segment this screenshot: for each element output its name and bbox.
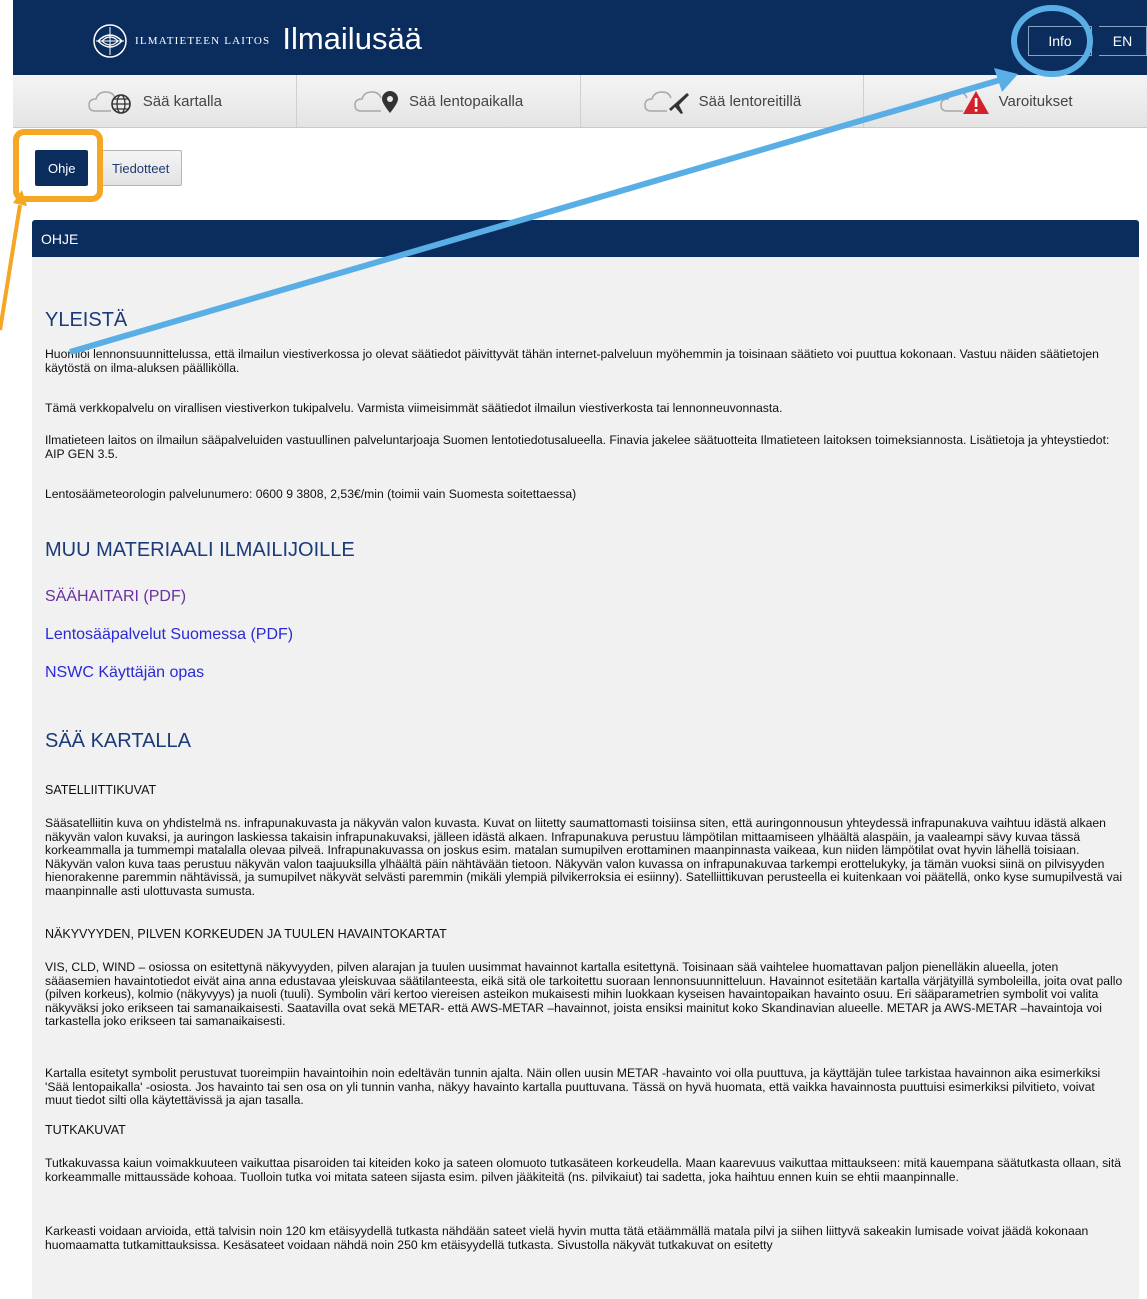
link-saahaitari[interactable]: SÄÄHAITARI (PDF): [45, 588, 186, 606]
paragraph: VIS, CLD, WIND – osiossa on esitettynä n…: [45, 960, 1123, 1029]
nav-item-saa-lentopaikalla[interactable]: Sää lentopaikalla: [297, 75, 581, 127]
main-nav: Sää kartalla Sää lentopaikalla Sää lento…: [13, 75, 1147, 128]
paragraph: Lentosäämeteorologin palvelunumero: 0600…: [45, 487, 577, 501]
paragraph: Kartalla esitetyt symbolit perustuvat tu…: [45, 1066, 1101, 1108]
info-button[interactable]: Info: [1028, 26, 1092, 56]
cloud-warning-icon: [939, 91, 989, 114]
cloud-location-icon: [354, 91, 398, 113]
org-name: ILMATIETEEN LAITOS: [135, 35, 271, 47]
logo[interactable]: ILMATIETEEN LAITOS Ilmailusää: [93, 21, 422, 58]
app-header: ILMATIETEEN LAITOS Ilmailusää Info EN: [13, 0, 1147, 75]
tab-tiedotteet[interactable]: Tiedotteet: [99, 150, 183, 186]
language-en-button[interactable]: EN: [1099, 26, 1147, 56]
paragraph: Ilmatieteen laitos on ilmailun sääpalvel…: [45, 433, 1110, 461]
paragraph: Karkeasti voidaan arvioida, että talvisi…: [45, 1224, 1089, 1252]
link-nswc-opas[interactable]: NSWC Käyttäjän opas: [45, 664, 204, 682]
subheading-satelliittikuvat: SATELLIITTIKUVAT: [45, 783, 157, 797]
content-panel: YLEISTÄ Huomioi lennonsuunnittelussa, et…: [32, 257, 1139, 1299]
section-title-yleista: YLEISTÄ: [45, 309, 128, 331]
subheading-nakyvyys: NÄKYVYYDEN, PILVEN KORKEUDEN JA TUULEN H…: [45, 927, 447, 941]
tab-ohje[interactable]: Ohje: [35, 150, 89, 186]
nav-label: Varoitukset: [998, 92, 1073, 110]
panel-title: OHJE: [32, 220, 1139, 257]
nav-item-saa-kartalla[interactable]: Sää kartalla: [13, 75, 297, 127]
fmi-emblem-icon: [93, 24, 127, 58]
paragraph: Tutkakuvassa kaiun voimakkuuteen vaikutt…: [45, 1156, 1122, 1184]
nav-item-saa-lentoreitilla[interactable]: Sää lentoreitillä: [581, 75, 865, 127]
nav-label: Sää lentoreitillä: [698, 92, 802, 110]
nav-label: Sää lentopaikalla: [408, 92, 524, 110]
cloud-plane-icon: [643, 91, 689, 114]
nav-label: Sää kartalla: [142, 92, 222, 110]
paragraph: Tämä verkkopalvelu on virallisen viestiv…: [45, 401, 783, 415]
paragraph: Huomioi lennonsuunnittelussa, että ilmai…: [45, 347, 1099, 375]
app-title: Ilmailusää: [282, 21, 422, 56]
paragraph: Sääsatelliitin kuva on yhdistelmä ns. in…: [45, 816, 1123, 898]
section-title-muu-materiaali: MUU MATERIAALI ILMAILIJOILLE: [45, 539, 355, 561]
section-title-saa-kartalla: SÄÄ KARTALLA: [45, 730, 191, 752]
nav-item-varoitukset[interactable]: Varoitukset: [864, 75, 1147, 127]
subheading-tutkakuvat: TUTKAKUVAT: [45, 1123, 126, 1137]
link-lentosaapalvelut[interactable]: Lentosääpalvelut Suomessa (PDF): [45, 626, 293, 644]
cloud-globe-icon: [88, 91, 131, 114]
